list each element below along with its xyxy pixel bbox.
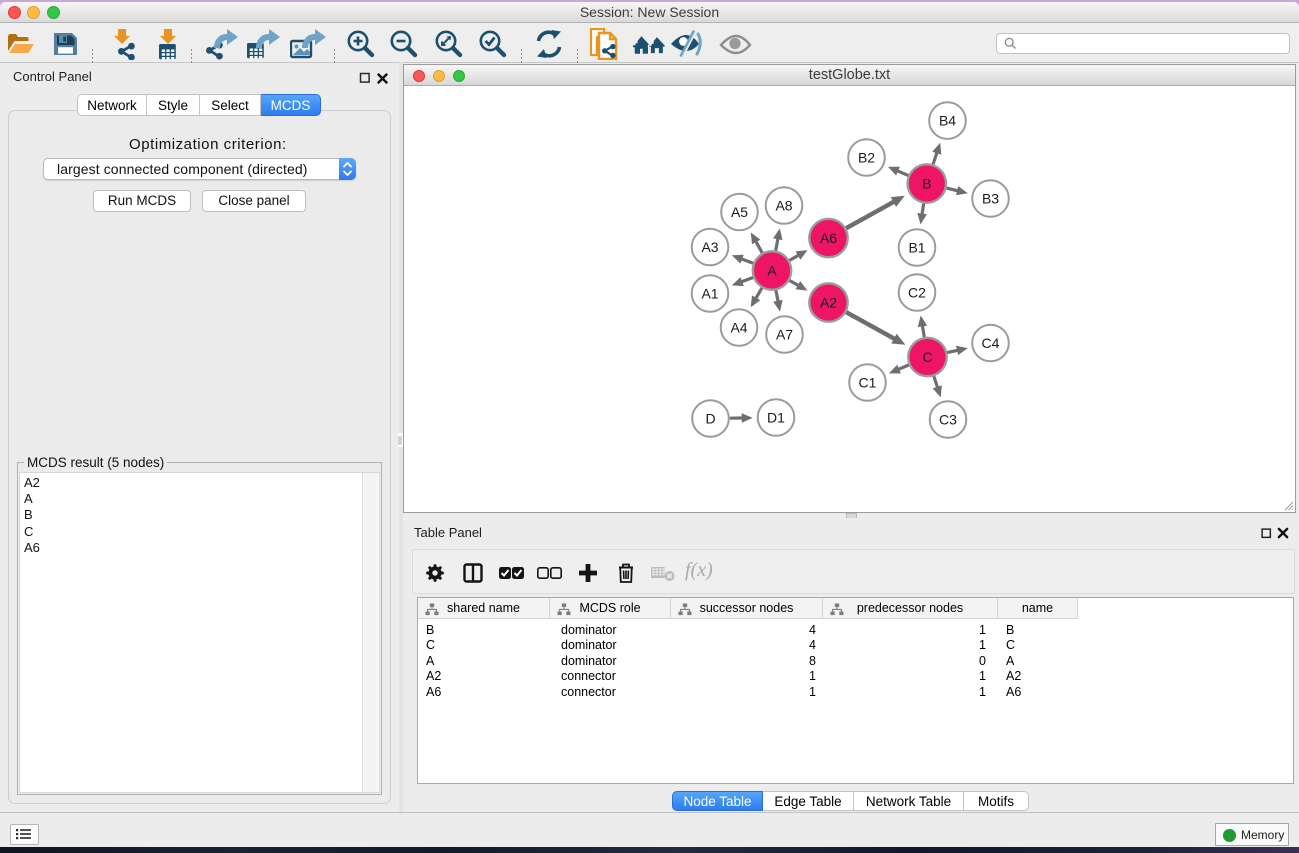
- svg-text:A7: A7: [776, 326, 793, 342]
- svg-text:A2: A2: [820, 294, 837, 310]
- svg-text:C3: C3: [939, 411, 957, 427]
- svg-text:C: C: [922, 349, 932, 365]
- svg-text:A3: A3: [701, 239, 718, 255]
- svg-text:A4: A4: [730, 319, 747, 335]
- svg-text:B3: B3: [982, 190, 999, 206]
- svg-text:A: A: [767, 262, 777, 278]
- svg-text:D: D: [705, 410, 715, 426]
- svg-text:A1: A1: [701, 285, 718, 301]
- svg-text:B1: B1: [908, 239, 925, 255]
- svg-text:C4: C4: [982, 335, 1000, 351]
- svg-text:B: B: [922, 175, 931, 191]
- svg-text:C1: C1: [859, 374, 877, 390]
- svg-text:A8: A8: [775, 197, 792, 213]
- svg-text:C2: C2: [908, 284, 926, 300]
- svg-text:D1: D1: [767, 409, 785, 425]
- svg-text:B2: B2: [858, 149, 875, 165]
- svg-text:A6: A6: [820, 230, 837, 246]
- svg-text:A5: A5: [731, 204, 748, 220]
- svg-text:B4: B4: [939, 112, 956, 128]
